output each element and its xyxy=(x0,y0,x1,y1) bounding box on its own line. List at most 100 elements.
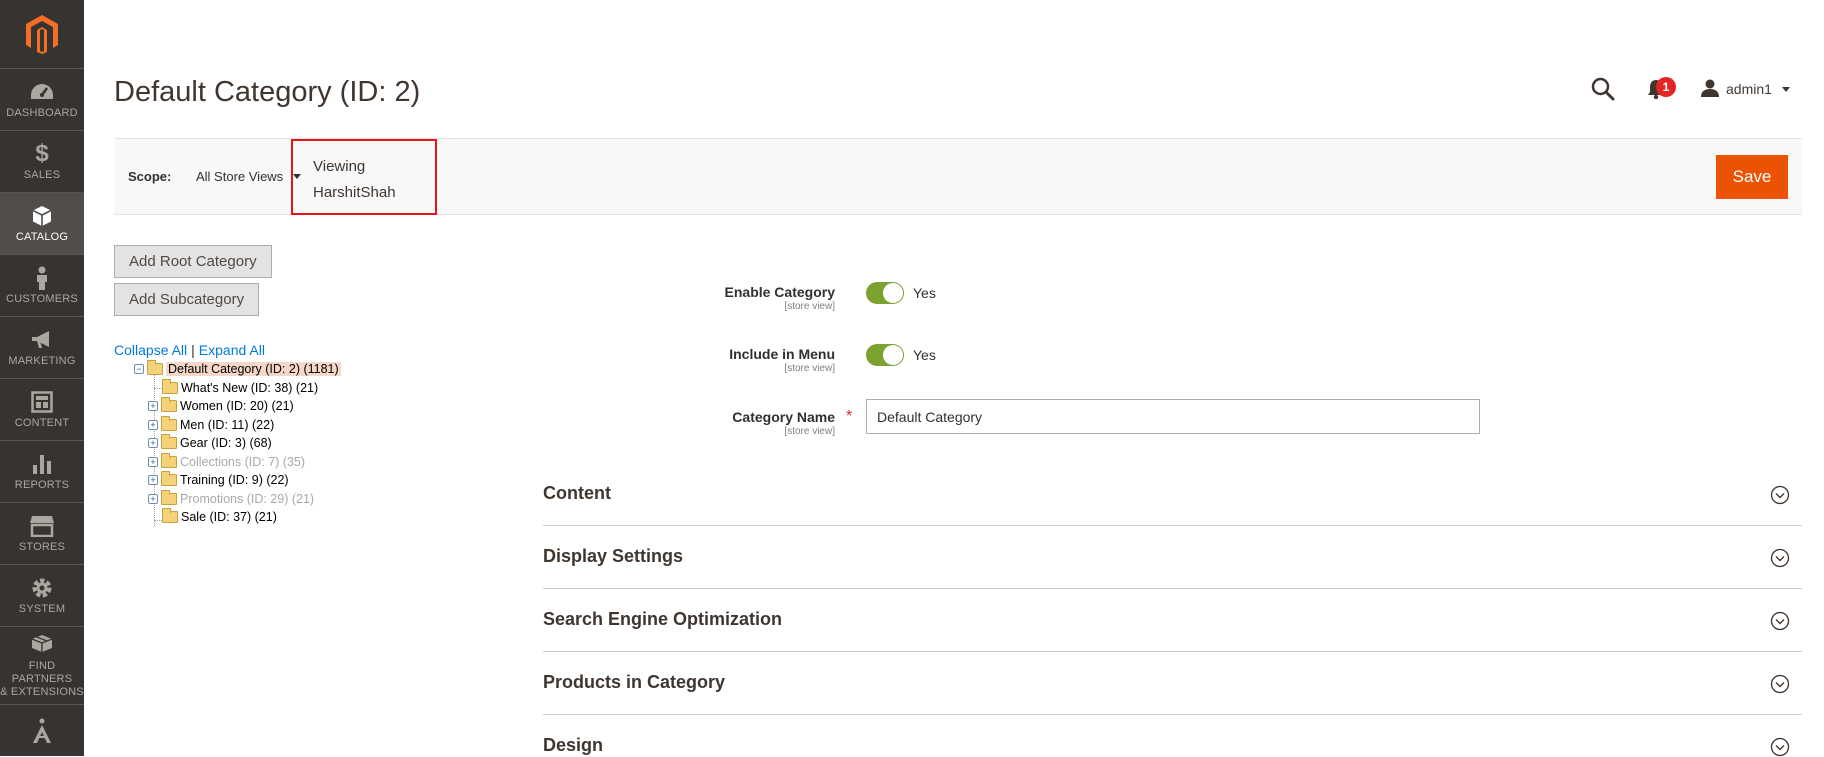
tree-node[interactable]: What's New (ID: 38) (21) xyxy=(162,378,318,397)
tree-node[interactable]: + Collections (ID: 7) (35) xyxy=(148,452,305,471)
add-subcategory-button[interactable]: Add Subcategory xyxy=(114,283,260,316)
nav-reports[interactable]: REPORTS xyxy=(0,440,84,502)
nav-marketing-label: MARKETING xyxy=(8,355,76,367)
nav-find-partners-label: FIND PARTNERS & EXTENSIONS xyxy=(0,660,84,698)
nav-extra[interactable] xyxy=(0,704,84,756)
collapse-all-link[interactable]: Collapse All xyxy=(114,342,187,358)
tree-node-default-category[interactable]: − Default Category (ID: 2) (1181) xyxy=(134,360,341,378)
section-search-engine-optimization[interactable]: Search Engine Optimization xyxy=(543,589,1802,652)
person-icon xyxy=(35,265,49,291)
section-content[interactable]: Content xyxy=(543,463,1802,526)
expand-node-icon[interactable]: + xyxy=(148,419,158,430)
include-in-menu-value: Yes xyxy=(913,347,936,363)
chevron-down-icon xyxy=(1770,548,1790,568)
nav-sales[interactable]: $ SALES xyxy=(0,130,84,192)
chevron-down-icon xyxy=(1770,611,1790,631)
include-in-menu-scope: [store view] xyxy=(784,363,835,374)
folder-icon xyxy=(162,378,178,394)
add-root-category-button[interactable]: Add Root Category xyxy=(114,245,272,278)
section-design[interactable]: Design xyxy=(543,715,1802,757)
tree-node[interactable]: + Training (ID: 9) (22) xyxy=(148,471,289,489)
nav-marketing[interactable]: MARKETING xyxy=(0,316,84,378)
required-asterisk: * xyxy=(846,408,853,425)
nav-sales-label: SALES xyxy=(23,169,61,181)
nav-content-label: CONTENT xyxy=(14,417,70,429)
collapse-node-icon[interactable]: − xyxy=(134,364,144,374)
expand-node-icon[interactable]: + xyxy=(148,456,158,467)
folder-open-icon xyxy=(147,360,163,375)
chevron-down-icon xyxy=(1770,737,1790,757)
megaphone-icon xyxy=(30,327,54,353)
magento-logo-icon[interactable] xyxy=(0,0,84,68)
page-title: Default Category (ID: 2) xyxy=(114,76,421,108)
folder-icon xyxy=(161,489,177,505)
nav-system[interactable]: SYSTEM xyxy=(0,564,84,626)
link-separator: | xyxy=(191,342,195,358)
include-in-menu-label: Include in Menu xyxy=(729,346,835,362)
nav-catalog[interactable]: CATALOG xyxy=(0,192,84,254)
section-display-settings[interactable]: Display Settings xyxy=(543,526,1802,589)
nav-customers[interactable]: CUSTOMERS xyxy=(0,254,84,316)
category-name-scope: [store view] xyxy=(784,426,835,437)
viewing-text: Viewing xyxy=(313,158,366,175)
enable-category-value: Yes xyxy=(913,285,936,301)
dashboard-icon xyxy=(30,79,54,105)
chevron-down-icon xyxy=(1770,485,1790,505)
scope-label: Scope: xyxy=(128,169,172,184)
bar-chart-icon xyxy=(32,451,52,477)
tree-expand-controls: Collapse All | Expand All xyxy=(114,342,265,358)
layout-icon xyxy=(31,389,53,415)
search-icon[interactable] xyxy=(1590,76,1616,102)
nav-stores[interactable]: STORES xyxy=(0,502,84,564)
a-logo-icon xyxy=(31,718,53,744)
nav-system-label: SYSTEM xyxy=(18,603,66,615)
store-view-switcher[interactable]: All Store Views xyxy=(196,169,302,184)
folder-icon xyxy=(162,508,178,523)
folder-icon xyxy=(161,397,177,412)
admin-sidebar: DASHBOARD $ SALES CATALOG CUSTOMERS MARK… xyxy=(0,0,84,756)
boxes-icon xyxy=(30,632,54,658)
nav-dashboard-label: DASHBOARD xyxy=(6,107,78,119)
viewing-username: HarshitShah xyxy=(313,184,396,201)
nav-dashboard[interactable]: DASHBOARD xyxy=(0,68,84,130)
expand-node-icon[interactable]: + xyxy=(148,493,158,504)
save-button[interactable]: Save xyxy=(1716,155,1788,199)
chevron-down-icon xyxy=(1770,674,1790,694)
user-menu[interactable]: admin1 xyxy=(1700,78,1790,100)
gear-icon xyxy=(30,575,54,601)
chevron-down-icon xyxy=(1781,86,1790,92)
nav-find-partners[interactable]: FIND PARTNERS & EXTENSIONS xyxy=(0,626,84,704)
box-icon xyxy=(32,203,52,229)
notification-count-badge[interactable]: 1 xyxy=(1656,77,1676,97)
expand-node-icon[interactable]: + xyxy=(148,475,158,485)
tree-node[interactable]: Sale (ID: 37) (21) xyxy=(162,508,277,526)
folder-icon xyxy=(161,434,177,449)
enable-category-scope: [store view] xyxy=(784,301,835,312)
user-icon xyxy=(1700,79,1720,100)
expand-node-icon[interactable]: + xyxy=(148,438,158,448)
category-name-input[interactable] xyxy=(866,399,1480,434)
section-products-in-category[interactable]: Products in Category xyxy=(543,652,1802,715)
tree-node[interactable]: + Gear (ID: 3) (68) xyxy=(148,434,272,452)
viewing-user-highlight: Viewing HarshitShah xyxy=(291,139,437,215)
storefront-icon xyxy=(29,513,55,539)
expand-node-icon[interactable]: + xyxy=(148,401,158,411)
expand-all-link[interactable]: Expand All xyxy=(199,342,265,358)
category-name-label: Category Name xyxy=(732,409,835,425)
store-view-selected: All Store Views xyxy=(196,169,284,184)
nav-reports-label: REPORTS xyxy=(14,479,70,491)
enable-category-label: Enable Category xyxy=(724,284,835,300)
nav-customers-label: CUSTOMERS xyxy=(6,293,78,305)
tree-node[interactable]: + Promotions (ID: 29) (21) xyxy=(148,489,314,508)
enable-category-toggle[interactable] xyxy=(866,282,904,304)
folder-icon xyxy=(161,415,177,431)
nav-stores-label: STORES xyxy=(18,541,66,553)
nav-content[interactable]: CONTENT xyxy=(0,378,84,440)
include-in-menu-toggle[interactable] xyxy=(866,344,904,366)
folder-icon xyxy=(161,471,177,486)
dollar-icon: $ xyxy=(35,140,49,167)
tree-node[interactable]: + Men (ID: 11) (22) xyxy=(148,415,274,434)
nav-catalog-label: CATALOG xyxy=(15,231,69,243)
user-name: admin1 xyxy=(1726,81,1772,97)
tree-node[interactable]: + Women (ID: 20) (21) xyxy=(148,397,294,415)
